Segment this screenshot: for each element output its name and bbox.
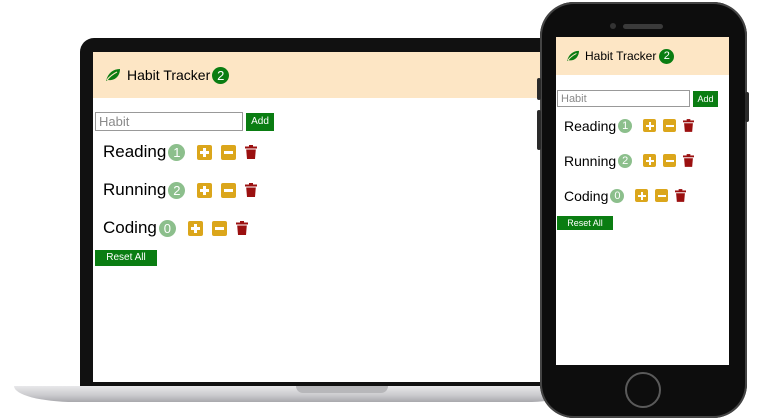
habit-count-badge: 0 xyxy=(610,188,625,203)
list-item: Coding 0 xyxy=(93,209,551,247)
phone-home-button xyxy=(625,372,661,408)
minus-icon xyxy=(214,226,224,230)
trash-icon[interactable] xyxy=(675,189,687,202)
decrement-button[interactable] xyxy=(211,220,227,236)
list-item: Coding 0 xyxy=(556,178,729,213)
habit-list: Reading 1 Running 2 Coding 0 xyxy=(556,108,729,213)
decrement-button[interactable] xyxy=(663,119,677,132)
habit-input[interactable] xyxy=(557,90,690,107)
habit-name: Coding xyxy=(103,218,157,237)
increment-button[interactable] xyxy=(635,189,649,202)
reset-all-button[interactable]: Reset All xyxy=(557,216,613,230)
habit-name: Running xyxy=(564,152,617,169)
phone-side-button xyxy=(537,78,541,100)
add-habit-form: Add xyxy=(95,112,551,131)
decrement-button[interactable] xyxy=(655,189,669,202)
total-count-badge: 2 xyxy=(659,48,675,64)
app-title: Habit Tracker xyxy=(127,67,211,83)
increment-button[interactable] xyxy=(643,154,657,167)
total-count-badge: 2 xyxy=(212,66,230,84)
app-header: Habit Tracker 2 xyxy=(93,52,551,98)
list-item: Running 2 xyxy=(93,171,551,209)
habit-name: Reading xyxy=(564,117,617,134)
laptop-screen: Habit Tracker 2 Add Reading 1 Runn xyxy=(93,52,551,382)
leaf-icon xyxy=(106,69,120,81)
habit-count-badge: 1 xyxy=(618,118,633,133)
habit-count-badge: 2 xyxy=(168,181,186,199)
phone-speaker xyxy=(623,24,663,29)
phone-camera xyxy=(610,23,616,29)
app-title: Habit Tracker xyxy=(585,49,657,63)
leaf-icon xyxy=(567,50,579,62)
habit-name: Reading xyxy=(103,142,167,161)
trash-icon[interactable] xyxy=(245,183,258,197)
decrement-button[interactable] xyxy=(663,154,677,167)
habit-count-badge: 2 xyxy=(618,153,633,168)
list-item: Running 2 xyxy=(556,143,729,178)
decrement-button[interactable] xyxy=(221,144,237,160)
habit-count-badge: 0 xyxy=(158,219,176,237)
phone-screen: Habit Tracker 2 Add Reading 1 Running xyxy=(556,37,729,365)
phone-side-button xyxy=(745,92,749,122)
habit-input[interactable] xyxy=(95,112,243,131)
laptop-notch xyxy=(296,386,388,393)
reset-all-button[interactable]: Reset All xyxy=(95,249,157,266)
trash-icon[interactable] xyxy=(235,221,248,235)
minus-icon xyxy=(665,124,674,127)
minus-icon xyxy=(224,188,234,192)
trash-icon[interactable] xyxy=(683,154,695,167)
app-header: Habit Tracker 2 xyxy=(556,37,729,75)
increment-button[interactable] xyxy=(187,220,203,236)
habit-name: Running xyxy=(103,180,167,199)
list-item: Reading 1 xyxy=(93,133,551,171)
list-item: Reading 1 xyxy=(556,108,729,143)
minus-icon xyxy=(657,194,666,197)
decrement-button[interactable] xyxy=(221,182,237,198)
habit-name: Coding xyxy=(564,187,609,204)
add-habit-form: Add xyxy=(557,90,729,107)
habit-count-badge: 1 xyxy=(168,143,186,161)
add-button[interactable]: Add xyxy=(246,112,274,131)
increment-button[interactable] xyxy=(197,182,213,198)
phone-side-button xyxy=(537,110,541,150)
minus-icon xyxy=(665,159,674,162)
add-button[interactable]: Add xyxy=(693,90,718,107)
minus-icon xyxy=(224,150,234,154)
increment-button[interactable] xyxy=(197,144,213,160)
trash-icon[interactable] xyxy=(683,119,695,132)
habit-list: Reading 1 Running 2 Coding 0 xyxy=(93,133,551,247)
increment-button[interactable] xyxy=(643,119,657,132)
trash-icon[interactable] xyxy=(245,145,258,159)
